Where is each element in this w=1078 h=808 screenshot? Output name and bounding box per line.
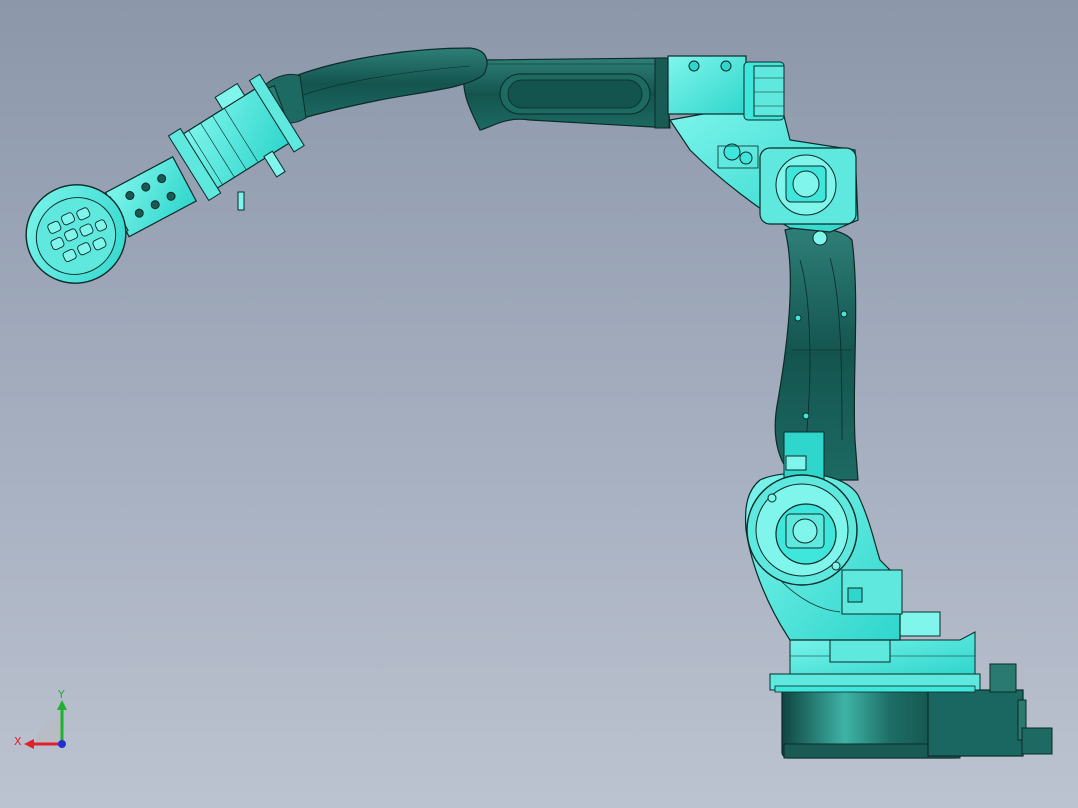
shoulder-joint[interactable]: [744, 431, 903, 641]
axis-triad: Y X: [14, 688, 67, 749]
forearm-link[interactable]: [256, 47, 488, 124]
cad-viewport[interactable]: Y X: [0, 0, 1078, 808]
y-axis-arrow-icon: [57, 700, 67, 710]
x-axis-arrow-icon: [24, 739, 34, 749]
triad-plane-shading: [36, 716, 62, 744]
upper-arm-link[interactable]: [463, 57, 671, 131]
elbow-joint[interactable]: [668, 99, 859, 246]
robot-arm-model[interactable]: Y X: [0, 0, 1078, 808]
y-axis-label: Y: [57, 688, 65, 701]
x-axis-label: X: [14, 735, 22, 748]
z-axis-dot-icon: [58, 740, 66, 748]
upper-arm-motor[interactable]: [667, 55, 785, 121]
